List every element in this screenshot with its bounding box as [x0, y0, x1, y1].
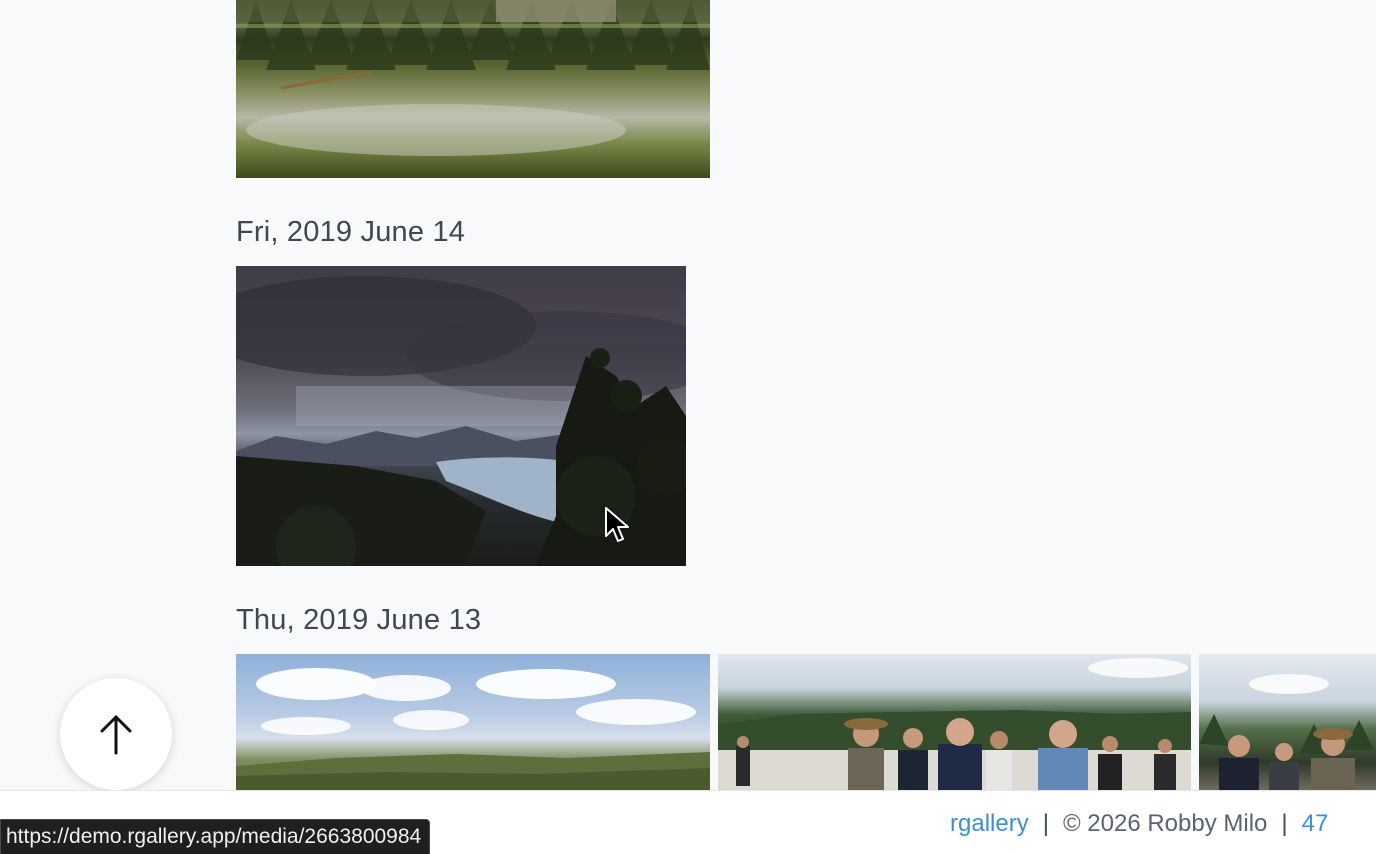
footer-extra-link[interactable]: 47: [1302, 810, 1329, 837]
photo-lake-reflection[interactable]: [236, 0, 710, 178]
footer-separator: |: [1281, 810, 1288, 837]
footer-copyright: © 2026 Robby Milo: [1062, 810, 1268, 837]
gallery-page: Fri, 2019 June 14 Thu, 2019 June 13 rgal…: [0, 0, 1376, 854]
footer-separator: |: [1042, 810, 1049, 837]
scroll-to-top-button[interactable]: [60, 678, 172, 790]
photo-park-rangers-walk-image: [1199, 674, 1374, 790]
photo-storm-over-lake-image: [236, 276, 686, 566]
link-preview-status-bar: https://demo.rgallery.app/media/26638009…: [0, 819, 431, 854]
photo-park-rangers-walk[interactable]: [1199, 654, 1376, 790]
arrow-up-icon: [100, 715, 132, 755]
footer-line: rgallery | © 2026 Robby Milo | 47: [950, 810, 1328, 838]
photo-park-rangers-group-image: [718, 658, 1191, 790]
photo-park-rangers-group[interactable]: [718, 654, 1191, 790]
photo-storm-over-lake[interactable]: [236, 266, 686, 566]
photo-hills-sky[interactable]: [236, 654, 710, 790]
photo-hills-sky-image: [236, 668, 710, 790]
photo-lake-reflection-image: [236, 0, 710, 156]
footer-app-link[interactable]: rgallery: [950, 810, 1029, 837]
date-heading: Fri, 2019 June 14: [236, 216, 466, 248]
date-heading: Thu, 2019 June 13: [236, 604, 482, 636]
